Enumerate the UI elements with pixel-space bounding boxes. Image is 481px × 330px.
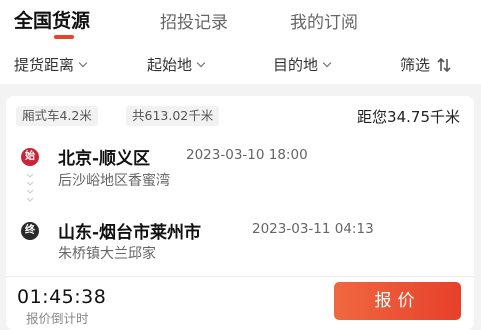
filter-origin[interactable]: 起始地 [147,54,206,75]
start-address: 后沙峪地区香蜜湾 [58,173,170,189]
end-datetime: 2023-03-11 04:13 [252,221,374,237]
start-badge: 始 [21,148,39,166]
route-connector [25,172,35,216]
quote-button[interactable]: 报价 [334,282,461,320]
quote-countdown-label: 报价倒计时 [26,311,89,326]
active-tab-indicator [54,35,74,39]
filter-destination[interactable]: 目的地 [273,54,332,75]
total-distance-tag: 共613.02千米 [126,106,220,126]
tab-bid-records[interactable]: 招投记录 [160,8,228,33]
distance-from-you: 距您34.75千米 [357,108,460,126]
filter-pickup-distance[interactable]: 提货距离 [14,54,88,75]
chevron-down-icon [78,58,88,67]
start-datetime: 2023-03-10 18:00 [186,147,308,163]
tab-bar: 全国货源 招投记录 我的订阅 [0,0,481,44]
chevron-down-icon [322,58,332,67]
sort-icon [437,57,451,72]
filter-origin-label: 起始地 [147,56,193,74]
end-address: 朱桥镇大兰邱家 [58,246,156,262]
cargo-card[interactable]: 厢式车4.2米 共613.02千米 距您34.75千米 始 北京-顺义区 202… [6,96,474,330]
filter-pickup-distance-label: 提货距离 [14,56,75,74]
filter-destination-label: 目的地 [273,56,319,74]
quote-countdown: 01:45:38 [17,286,107,308]
chevron-down-icon [196,58,206,67]
vehicle-tag: 厢式车4.2米 [16,106,98,126]
end-city: 山东-烟台市莱州市 [58,223,202,243]
filter-bar: 提货距离 起始地 目的地 筛选 [0,44,481,84]
tab-my-subscriptions[interactable]: 我的订阅 [290,8,358,33]
filter-screen-label: 筛选 [400,56,431,74]
card-divider [6,276,474,277]
start-city: 北京-顺义区 [58,149,151,169]
filter-screen[interactable]: 筛选 [400,54,451,75]
tab-national-supply[interactable]: 全国货源 [14,6,90,33]
end-badge: 终 [21,222,39,240]
